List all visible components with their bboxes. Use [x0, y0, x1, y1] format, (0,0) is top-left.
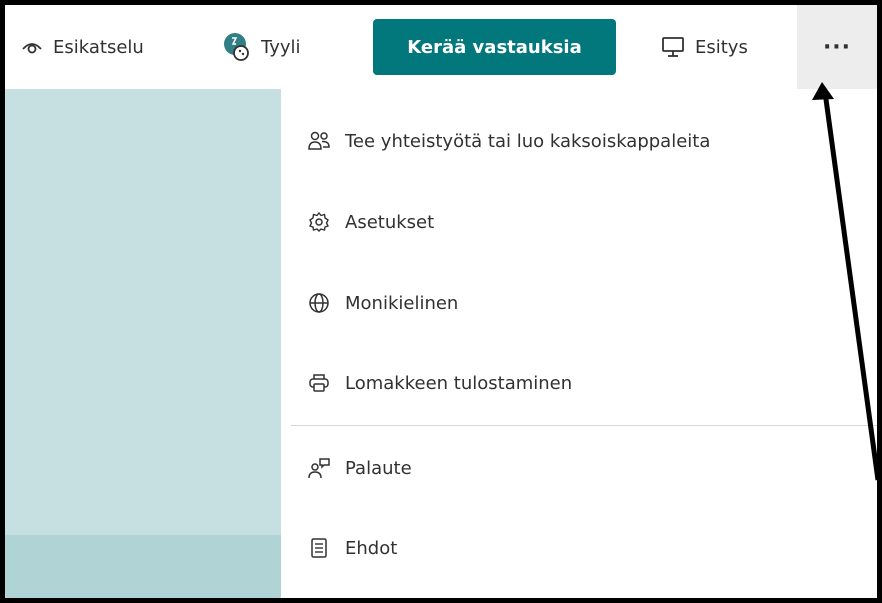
- menu-item-feedback[interactable]: Palaute: [281, 438, 877, 498]
- more-options-button[interactable]: ···: [797, 5, 877, 89]
- document-icon: [307, 536, 331, 560]
- menu-item-label: Lomakkeen tulostaminen: [345, 372, 573, 394]
- form-background-panel-bottom: [5, 535, 281, 598]
- form-background-panel: [5, 89, 281, 598]
- present-label: Esitys: [695, 36, 748, 58]
- printer-icon: [307, 371, 331, 395]
- more-options-menu: Tee yhteistyötä tai luo kaksoiskappaleit…: [281, 89, 877, 598]
- collect-responses-label: Kerää vastauksia: [407, 36, 582, 58]
- preview-label: Esikatselu: [53, 36, 144, 58]
- toolbar: Esikatselu Tyyli Kerää vastauksia Esitys…: [5, 5, 877, 89]
- menu-item-multilingual[interactable]: Monikielinen: [281, 273, 877, 333]
- menu-item-label: Tee yhteistyötä tai luo kaksoiskappaleit…: [345, 130, 711, 152]
- menu-item-print-form[interactable]: Lomakkeen tulostaminen: [281, 353, 877, 413]
- menu-item-label: Asetukset: [345, 211, 435, 233]
- menu-item-terms[interactable]: Ehdot: [281, 518, 877, 578]
- menu-item-collaborate[interactable]: Tee yhteistyötä tai luo kaksoiskappaleit…: [281, 111, 877, 171]
- globe-icon: [307, 291, 331, 315]
- menu-item-label: Ehdot: [345, 537, 398, 559]
- people-icon: [307, 129, 331, 153]
- menu-divider: [291, 425, 877, 426]
- style-button[interactable]: Tyyli: [223, 5, 301, 89]
- monitor-icon: [661, 35, 685, 59]
- menu-item-settings[interactable]: Asetukset: [281, 192, 877, 252]
- feedback-icon: [307, 456, 331, 480]
- window-frame: Esikatselu Tyyli Kerää vastauksia Esitys…: [0, 0, 882, 603]
- style-label: Tyyli: [261, 36, 301, 58]
- menu-item-label: Monikielinen: [345, 292, 459, 314]
- present-button[interactable]: Esitys: [661, 5, 748, 89]
- palette-icon: [223, 32, 251, 62]
- eye-icon: [21, 39, 43, 55]
- more-dots-icon: ···: [822, 34, 852, 60]
- collect-responses-button[interactable]: Kerää vastauksia: [373, 19, 616, 75]
- gear-icon: [307, 210, 331, 234]
- menu-item-label: Palaute: [345, 457, 412, 479]
- preview-button[interactable]: Esikatselu: [21, 5, 144, 89]
